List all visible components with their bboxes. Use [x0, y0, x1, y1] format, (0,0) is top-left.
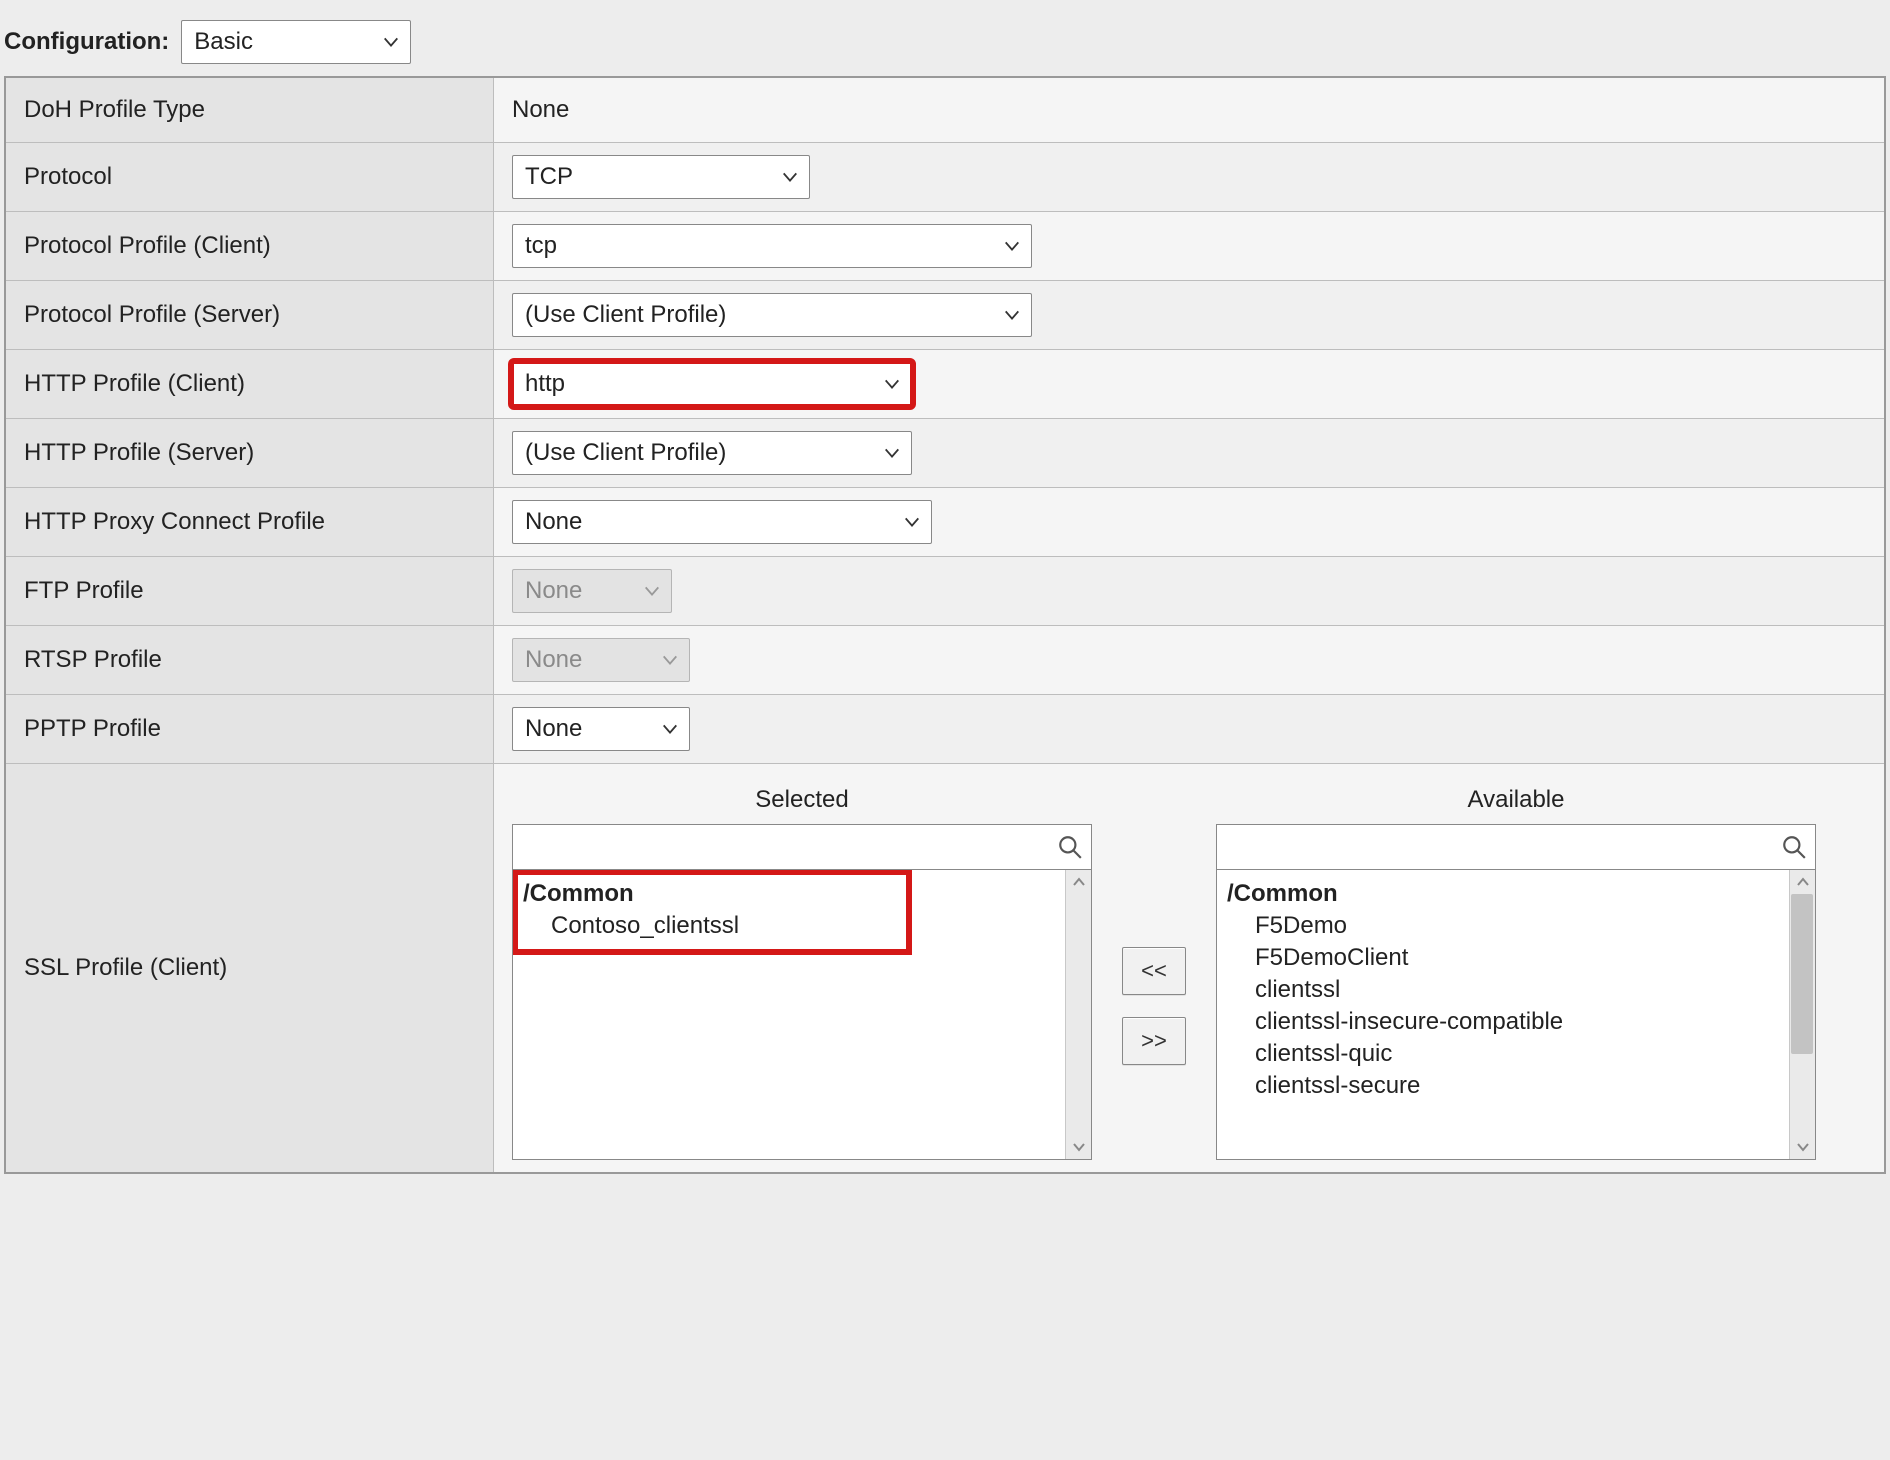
select-protocol[interactable]: TCP: [512, 155, 810, 199]
chevron-down-icon: [781, 168, 799, 186]
select-http-profile-server[interactable]: (Use Client Profile): [512, 431, 912, 475]
label-protocol-profile-server: Protocol Profile (Server): [6, 281, 494, 349]
scroll-down-icon[interactable]: [1790, 1135, 1815, 1159]
picker-available-list[interactable]: /Common F5Demo F5DemoClient clientssl cl…: [1216, 870, 1816, 1160]
scroll-down-icon[interactable]: [1066, 1135, 1091, 1159]
picker-selected-search[interactable]: [512, 824, 1092, 870]
scrollbar-thumb[interactable]: [1791, 894, 1813, 1054]
chevron-down-icon: [903, 513, 921, 531]
search-icon: [1057, 834, 1083, 860]
select-http-profile-client[interactable]: http: [512, 362, 912, 406]
label-http-proxy-connect-profile: HTTP Proxy Connect Profile: [6, 488, 494, 556]
list-item[interactable]: clientssl-quic: [1227, 1038, 1805, 1070]
chevron-down-icon: [883, 375, 901, 393]
list-item[interactable]: F5Demo: [1227, 910, 1805, 942]
picker-available-search-input[interactable]: [1227, 832, 1781, 862]
label-http-profile-client: HTTP Profile (Client): [6, 350, 494, 418]
select-protocol-profile-client[interactable]: tcp: [512, 224, 1032, 268]
select-pp-client-value: tcp: [525, 232, 557, 260]
configuration-select-value: Basic: [194, 28, 253, 56]
picker-selected-list[interactable]: /Common Contoso_clientssl: [512, 870, 1092, 1160]
picker-group-label: /Common: [523, 878, 1081, 910]
label-protocol: Protocol: [6, 143, 494, 211]
chevron-down-icon: [661, 720, 679, 738]
select-protocol-value: TCP: [525, 163, 573, 191]
select-http-client-value: http: [525, 370, 565, 398]
chevron-down-icon: [661, 651, 679, 669]
select-http-proxy-value: None: [525, 508, 582, 536]
label-http-profile-server: HTTP Profile (Server): [6, 419, 494, 487]
list-item[interactable]: clientssl-secure: [1227, 1070, 1805, 1102]
scroll-up-icon[interactable]: [1790, 870, 1815, 894]
list-item[interactable]: clientssl: [1227, 974, 1805, 1006]
chevron-down-icon: [883, 444, 901, 462]
select-pptp-value: None: [525, 715, 582, 743]
select-rtsp-value: None: [525, 646, 582, 674]
list-item[interactable]: clientssl-insecure-compatible: [1227, 1006, 1805, 1038]
picker-group-label: /Common: [1227, 878, 1805, 910]
list-item[interactable]: F5DemoClient: [1227, 942, 1805, 974]
select-pptp-profile[interactable]: None: [512, 707, 690, 751]
select-http-proxy-connect-profile[interactable]: None: [512, 500, 932, 544]
chevron-down-icon: [643, 582, 661, 600]
configuration-table: DoH Profile Type None Protocol TCP Proto…: [4, 76, 1886, 1174]
label-rtsp-profile: RTSP Profile: [6, 626, 494, 694]
configuration-label: Configuration:: [4, 28, 169, 56]
scrollbar[interactable]: [1065, 870, 1091, 1159]
configuration-select[interactable]: Basic: [181, 20, 411, 64]
list-item[interactable]: Contoso_clientssl: [523, 910, 1081, 942]
chevron-down-icon: [1003, 237, 1021, 255]
label-doh-profile-type: DoH Profile Type: [6, 78, 494, 142]
select-protocol-profile-server[interactable]: (Use Client Profile): [512, 293, 1032, 337]
chevron-down-icon: [382, 33, 400, 51]
picker-available-search[interactable]: [1216, 824, 1816, 870]
move-left-button[interactable]: <<: [1122, 947, 1186, 995]
search-icon: [1781, 834, 1807, 860]
picker-selected-title: Selected: [512, 782, 1092, 824]
select-ftp-profile: None: [512, 569, 672, 613]
select-pp-server-value: (Use Client Profile): [525, 301, 726, 329]
select-rtsp-profile: None: [512, 638, 690, 682]
scroll-up-icon[interactable]: [1066, 870, 1091, 894]
move-right-button[interactable]: >>: [1122, 1017, 1186, 1065]
label-pptp-profile: PPTP Profile: [6, 695, 494, 763]
select-ftp-value: None: [525, 577, 582, 605]
picker-available-title: Available: [1216, 782, 1816, 824]
label-ssl-profile-client: SSL Profile (Client): [6, 764, 494, 1172]
scrollbar[interactable]: [1789, 870, 1815, 1159]
select-http-server-value: (Use Client Profile): [525, 439, 726, 467]
picker-selected-search-input[interactable]: [523, 832, 1057, 862]
chevron-down-icon: [1003, 306, 1021, 324]
label-protocol-profile-client: Protocol Profile (Client): [6, 212, 494, 280]
label-ftp-profile: FTP Profile: [6, 557, 494, 625]
value-doh-profile-type: None: [494, 78, 1884, 142]
